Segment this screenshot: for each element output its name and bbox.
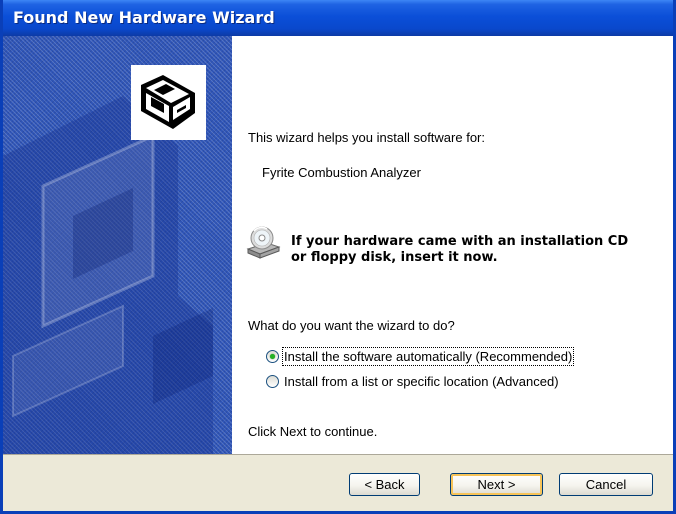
title-bar[interactable]: Found New Hardware Wizard <box>3 0 673 36</box>
cd-drive-icon <box>245 225 281 261</box>
back-button[interactable]: < Back <box>349 473 420 496</box>
radio-button-selected[interactable] <box>266 349 279 363</box>
question-text: What do you want the wizard to do? <box>248 318 455 333</box>
option-label: Install the software automatically (Reco… <box>281 346 575 366</box>
cd-prompt-line-2: or floppy disk, insert it now. <box>291 250 498 265</box>
radio-button[interactable] <box>266 374 279 388</box>
wizard-side-panel <box>3 36 232 454</box>
next-button[interactable]: Next > <box>450 473 543 496</box>
option-label: Install from a list or specific location… <box>284 373 559 389</box>
cancel-button[interactable]: Cancel <box>559 473 653 496</box>
cd-prompt: If your hardware came with an installati… <box>291 234 661 266</box>
window-title: Found New Hardware Wizard <box>13 8 275 27</box>
intro-text: This wizard helps you install software f… <box>248 130 485 145</box>
wizard-window: Found New Hardware Wizard This wizard he… <box>0 0 676 514</box>
device-name: Fyrite Combustion Analyzer <box>262 165 421 180</box>
option-install-from-list[interactable]: Install from a list or specific location… <box>266 371 560 391</box>
cd-prompt-line-1: If your hardware came with an installati… <box>291 234 629 249</box>
continue-hint: Click Next to continue. <box>248 424 378 439</box>
wizard-content: This wizard helps you install software f… <box>232 36 673 454</box>
button-bar: < Back Next > Cancel <box>3 454 673 511</box>
hardware-wizard-icon <box>131 65 206 140</box>
option-install-automatically[interactable]: Install the software automatically (Reco… <box>266 346 575 366</box>
